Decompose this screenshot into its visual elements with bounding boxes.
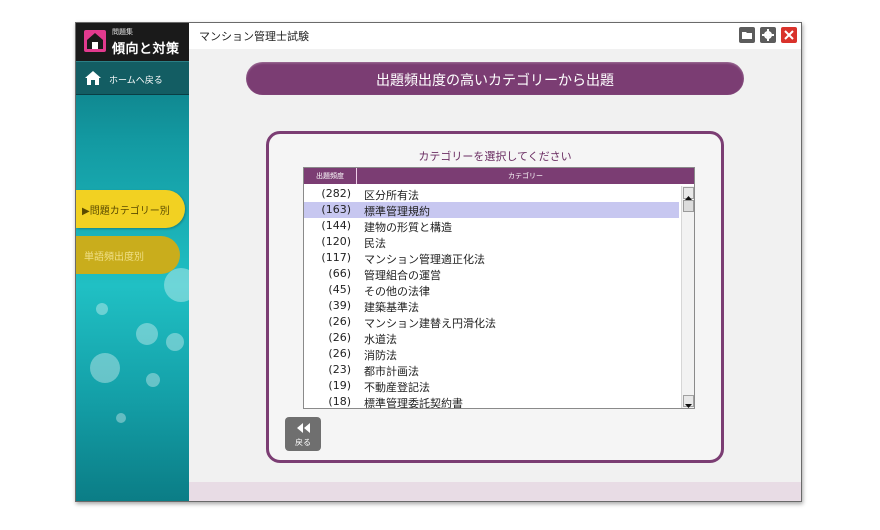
- list-item-category: マンション管理適正化法: [364, 253, 485, 266]
- sidebar-item-label: ▶問題カテゴリー別: [82, 206, 170, 217]
- brand-header: 問題集 傾向と対策: [76, 23, 189, 61]
- folder-icon: [742, 32, 752, 39]
- list-item-category: 区分所有法: [364, 189, 419, 202]
- column-header-category: カテゴリー: [508, 172, 543, 180]
- list-item-frequency: (144): [321, 219, 351, 232]
- footer-bar: [189, 482, 801, 501]
- list-item-category: その他の法律: [364, 285, 430, 298]
- page-banner: 出題頻出度の高いカテゴリーから出題: [246, 62, 744, 95]
- list-item-frequency: (120): [321, 235, 351, 248]
- list-item-frequency: (23): [328, 363, 351, 376]
- folder-button[interactable]: [739, 27, 755, 43]
- list-item[interactable]: (144) 建物の形質と構造: [304, 218, 679, 234]
- column-header-frequency: 出題頻度: [304, 168, 357, 184]
- list-item-category: 標準管理規約: [364, 205, 430, 218]
- list-item-category: 都市計画法: [364, 365, 419, 378]
- bokeh-decoration: [96, 303, 108, 315]
- list-item-frequency: (282): [321, 187, 351, 200]
- list-item-frequency: (163): [321, 203, 351, 216]
- back-button[interactable]: 戻る: [285, 417, 321, 451]
- list-item-category: 建築基準法: [364, 301, 419, 314]
- sidebar-item-word-frequency[interactable]: 単語頻出度別: [76, 236, 180, 274]
- category-panel: カテゴリーを選択してください 出題頻度 カテゴリー (282) 区分所有法 (163…: [266, 131, 724, 463]
- bokeh-decoration: [166, 333, 184, 351]
- bokeh-decoration: [136, 323, 158, 345]
- home-icon: [84, 70, 102, 90]
- window-title: マンション管理士試験: [199, 30, 309, 43]
- list-item[interactable]: (120) 民法: [304, 234, 679, 250]
- list-item-frequency: (117): [321, 251, 351, 264]
- list-item-frequency: (18): [328, 395, 351, 408]
- list-item-category: 民法: [364, 237, 386, 250]
- list-item-category: 管理組合の運営: [364, 269, 441, 282]
- home-label: ホームへ戻る: [109, 76, 163, 86]
- bokeh-decoration: [90, 353, 120, 383]
- home-link[interactable]: ホームへ戻る: [76, 61, 189, 95]
- list-header: 出題頻度 カテゴリー: [304, 168, 694, 184]
- list-item[interactable]: (23) 都市計画法: [304, 362, 679, 378]
- list-item-category: 不動産登記法: [364, 381, 430, 394]
- close-icon: [784, 30, 794, 40]
- list-item-frequency: (26): [328, 315, 351, 328]
- gear-icon: [762, 29, 774, 41]
- sidebar-item-category[interactable]: ▶問題カテゴリー別: [76, 190, 185, 228]
- list-item[interactable]: (66) 管理組合の運営: [304, 266, 679, 282]
- bokeh-decoration: [146, 373, 160, 387]
- list-item[interactable]: (26) 水道法: [304, 330, 679, 346]
- list-item-category: 建物の形質と構造: [364, 221, 452, 234]
- list-item[interactable]: (45) その他の法律: [304, 282, 679, 298]
- scroll-up-button[interactable]: [683, 187, 694, 200]
- list-item-frequency: (39): [328, 299, 351, 312]
- category-list[interactable]: 出題頻度 カテゴリー (282) 区分所有法 (163) 標準管理規約 (144) 建物の…: [303, 167, 695, 409]
- sidebar: 問題集 傾向と対策 ホームへ戻る ▶問題カテゴリー別 単語頻出度別: [76, 23, 189, 501]
- brand-house-icon: [84, 30, 106, 52]
- settings-button[interactable]: [760, 27, 776, 43]
- list-item[interactable]: (117) マンション管理適正化法: [304, 250, 679, 266]
- list-rows: (282) 区分所有法 (163) 標準管理規約 (144) 建物の形質と構造 (120) 民…: [304, 186, 679, 409]
- list-item-category: 標準管理委託契約書: [364, 397, 463, 409]
- list-item-frequency: (45): [328, 283, 351, 296]
- list-item-category: マンション建替え円滑化法: [364, 317, 496, 330]
- brand-small-label: 問題集: [112, 28, 133, 36]
- main-content: 出題頻出度の高いカテゴリーから出題 カテゴリーを選択してください 出題頻度 カテ…: [189, 49, 801, 482]
- list-item-frequency: (26): [328, 331, 351, 344]
- panel-title: カテゴリーを選択してください: [418, 150, 572, 163]
- list-item[interactable]: (26) 消防法: [304, 346, 679, 362]
- bokeh-decoration: [164, 268, 189, 302]
- back-label: 戻る: [295, 438, 311, 447]
- list-item-frequency: (66): [328, 267, 351, 280]
- title-bar: マンション管理士試験: [189, 23, 801, 49]
- list-item[interactable]: (19) 不動産登記法: [304, 378, 679, 394]
- rewind-icon: [297, 423, 310, 433]
- bokeh-decoration: [116, 413, 126, 423]
- list-item[interactable]: (18) 標準管理委託契約書: [304, 394, 679, 409]
- list-item-category: 消防法: [364, 349, 397, 362]
- brand-title: 傾向と対策: [112, 42, 180, 57]
- list-item-frequency: (26): [328, 347, 351, 360]
- list-scrollbar[interactable]: [681, 186, 694, 408]
- list-item-frequency: (19): [328, 379, 351, 392]
- scroll-down-button[interactable]: [683, 395, 694, 408]
- scroll-thumb[interactable]: [683, 200, 694, 212]
- sidebar-item-label: 単語頻出度別: [84, 252, 144, 263]
- close-button[interactable]: [781, 27, 797, 43]
- list-item[interactable]: (163) 標準管理規約: [304, 202, 679, 218]
- page-title: 出題頻出度の高いカテゴリーから出題: [376, 73, 614, 89]
- list-item[interactable]: (39) 建築基準法: [304, 298, 679, 314]
- list-item[interactable]: (282) 区分所有法: [304, 186, 679, 202]
- arrow-down-icon: [685, 404, 692, 408]
- app-window: 問題集 傾向と対策 ホームへ戻る ▶問題カテゴリー別 単語頻出度別 マンション管…: [75, 22, 802, 502]
- list-item-category: 水道法: [364, 333, 397, 346]
- list-item[interactable]: (26) マンション建替え円滑化法: [304, 314, 679, 330]
